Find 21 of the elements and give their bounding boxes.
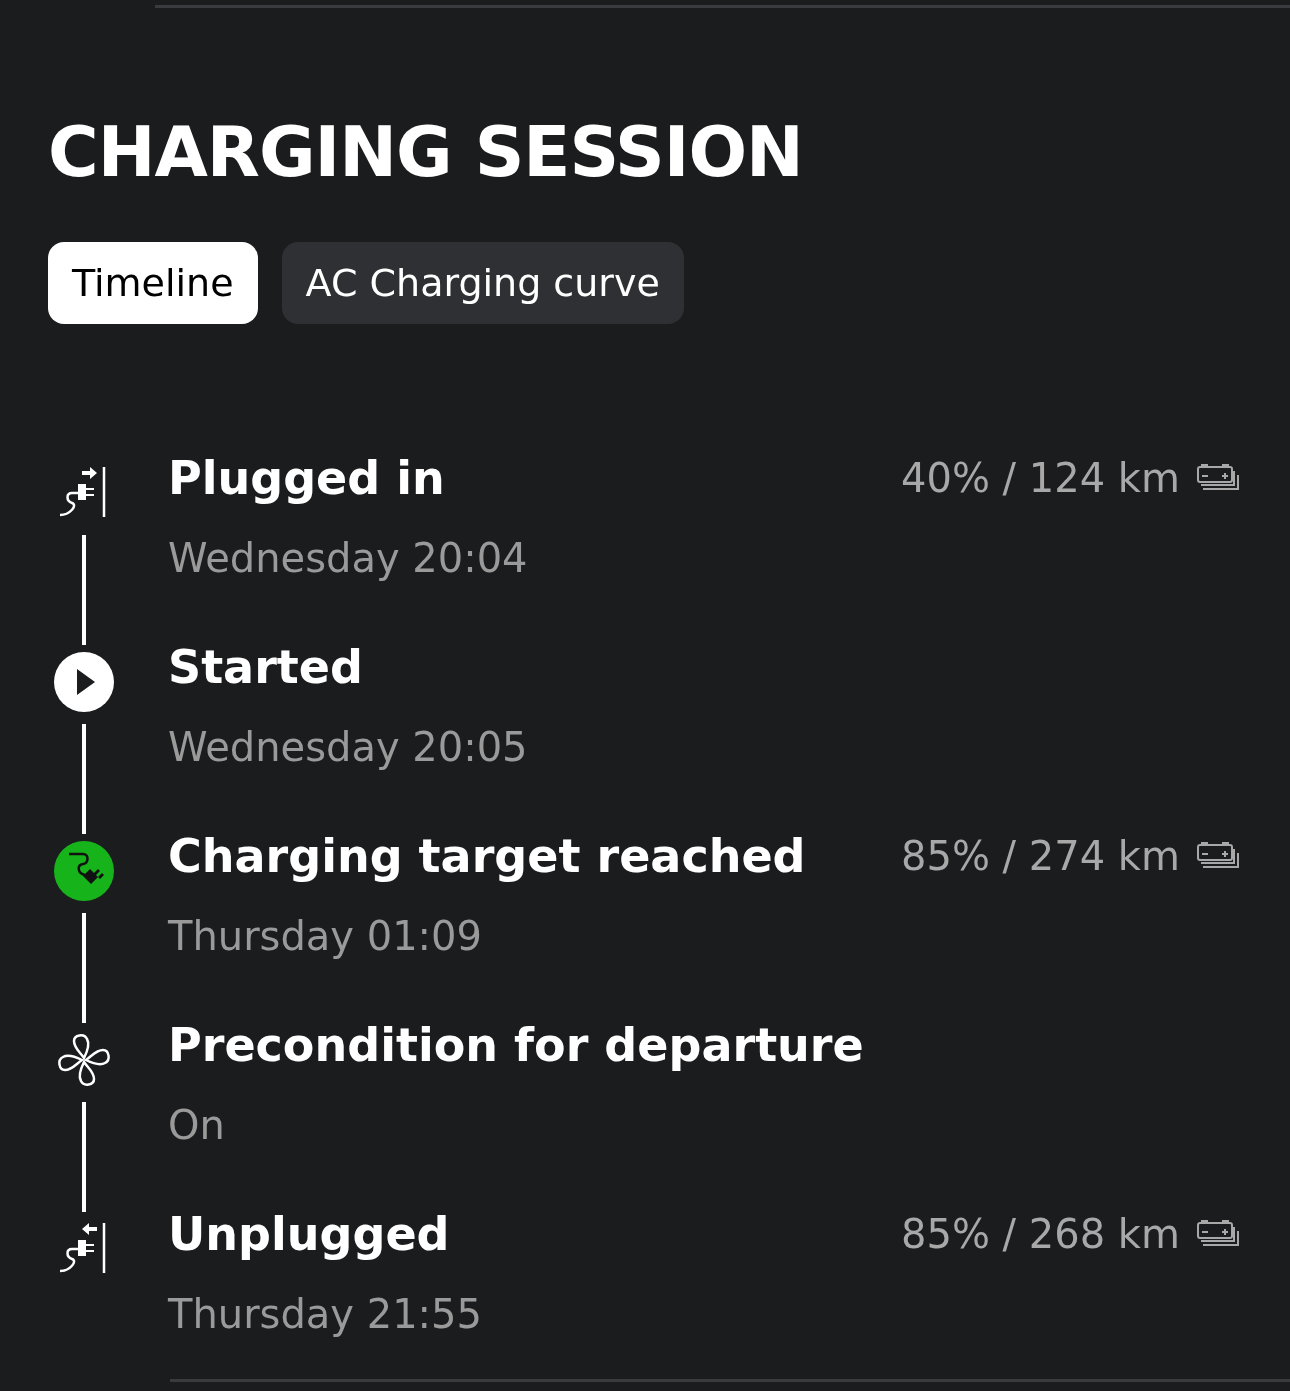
battery-icon [1196,841,1240,871]
event-title: Charging target reached [168,829,806,883]
event-title: Plugged in [168,451,445,505]
event-time: Thursday 21:55 [168,1290,483,1339]
battery-icon [1196,463,1240,493]
charge-reading: 40% / 124 km [901,455,1180,501]
event-time: On [168,1101,226,1150]
charge-reading: 85% / 268 km [901,1211,1180,1257]
plug-icon [54,841,114,901]
page-title: CHARGING SESSION [48,111,804,192]
event-time: Wednesday 20:04 [168,534,529,583]
battery-icon [1196,1219,1240,1249]
event-title: Precondition for departure [168,1018,864,1072]
event-title: Started [168,640,363,694]
event-title: Unplugged [168,1207,450,1261]
event-time: Thursday 01:09 [168,912,483,961]
event-time: Wednesday 20:05 [168,723,529,772]
play-icon [54,652,114,712]
tab[interactable]: Timeline [48,242,258,324]
tab[interactable]: AC Charging curve [281,242,684,324]
charge-reading: 85% / 274 km [901,833,1180,879]
